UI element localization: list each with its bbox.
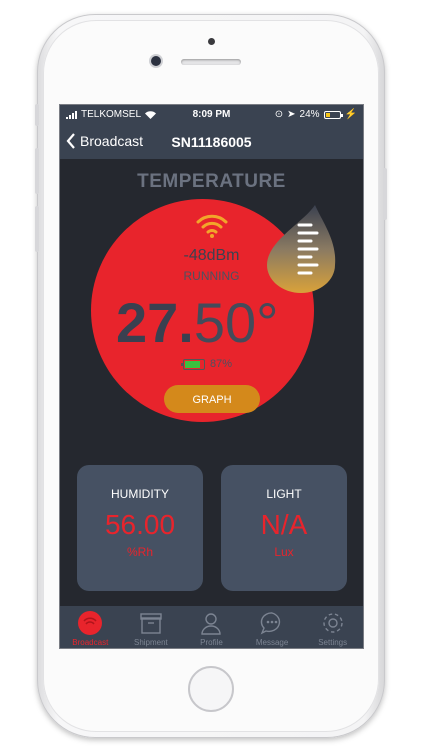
device-battery: 87% xyxy=(181,358,233,370)
tab-label: Message xyxy=(255,638,289,647)
sensor-title: TEMPERATURE xyxy=(137,171,286,192)
temperature-reading: 27.50° xyxy=(116,291,279,355)
light-value: N/A xyxy=(260,509,308,540)
light-unit: Lux xyxy=(274,545,294,559)
light-card[interactable]: LIGHT N/A Lux xyxy=(221,465,347,591)
battery-percent: 24% xyxy=(299,109,320,120)
person-icon xyxy=(201,613,222,635)
tab-label: Profile xyxy=(200,638,223,647)
temperature-fraction: 50° xyxy=(193,291,279,354)
signal-strength-icon xyxy=(196,214,228,238)
status-right: ⊙ ➤ 24% ⚡ xyxy=(275,109,357,120)
humidity-value: 56.00 xyxy=(104,509,176,540)
status-bar: TELKOMSEL 8:09 PM ⊙ ➤ 24% ⚡ xyxy=(60,105,363,125)
app-screen: TELKOMSEL 8:09 PM ⊙ ➤ 24% ⚡ Broadcast SN… xyxy=(59,104,364,649)
power-button xyxy=(383,168,387,220)
temperature-integer: 27. xyxy=(116,291,194,354)
front-sensor xyxy=(208,38,215,45)
location-icon: ➤ xyxy=(287,109,296,120)
device-battery-icon xyxy=(181,358,205,370)
box-icon xyxy=(140,613,162,634)
tab-profile[interactable]: Profile xyxy=(181,606,242,648)
light-label: LIGHT xyxy=(266,487,302,501)
battery-icon xyxy=(323,110,343,119)
device-battery-percent: 87% xyxy=(210,358,233,370)
nav-bar: Broadcast SN11186005 xyxy=(60,125,363,159)
tab-label: Broadcast xyxy=(72,638,109,647)
tab-message[interactable]: Message xyxy=(242,606,303,648)
tab-label: Settings xyxy=(318,638,348,647)
charging-icon: ⚡ xyxy=(344,109,357,120)
graph-button[interactable]: GRAPH xyxy=(164,385,260,413)
volume-down-button xyxy=(35,206,39,252)
home-button[interactable] xyxy=(188,666,234,712)
humidity-unit: %Rh xyxy=(126,545,153,559)
tab-label: Shipment xyxy=(133,638,168,647)
tab-settings[interactable]: Settings xyxy=(302,606,363,648)
volume-up-button xyxy=(35,148,39,194)
earpiece-speaker xyxy=(181,59,241,65)
tab-broadcast[interactable]: Broadcast xyxy=(60,606,121,648)
tab-bar: Broadcast Shipment Profile Message Setti… xyxy=(60,606,363,648)
front-camera xyxy=(151,56,161,66)
mute-switch xyxy=(35,104,39,126)
rotation-lock-icon: ⊙ xyxy=(274,109,284,120)
humidity-label: HUMIDITY xyxy=(111,487,169,501)
chat-icon xyxy=(260,612,281,635)
broadcast-icon xyxy=(78,611,103,635)
thermometer-drop-icon xyxy=(267,205,336,293)
gear-icon xyxy=(322,613,343,633)
humidity-card[interactable]: HUMIDITY 56.00 %Rh xyxy=(77,465,203,591)
device-serial: SN11186005 xyxy=(171,134,252,150)
tab-shipment[interactable]: Shipment xyxy=(121,606,182,648)
